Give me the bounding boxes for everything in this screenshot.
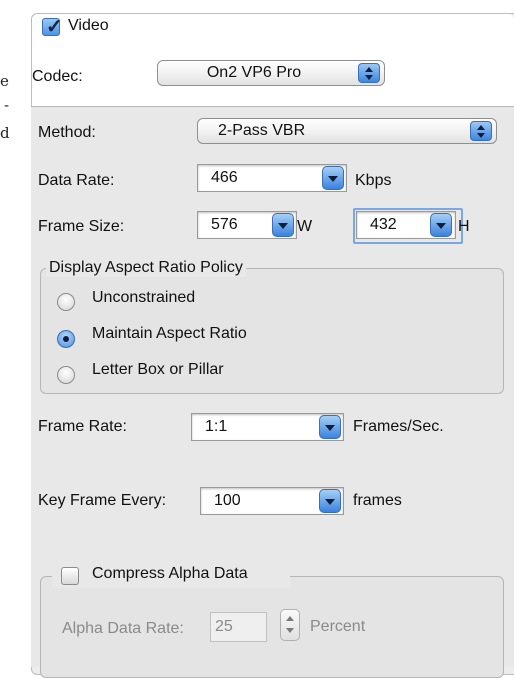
data-rate-label: Data Rate: [38,172,115,189]
method-popup[interactable]: 2-Pass VBR [197,118,497,144]
radio-maintain-aspect-ratio-label: Maintain Aspect Ratio [92,325,247,342]
alpha-rate-stepper[interactable] [280,609,300,641]
aspect-ratio-policy-title: Display Aspect Ratio Policy [46,259,246,277]
method-label: Method: [38,124,96,141]
frame-width-unit: W [297,218,313,235]
chevron-down-icon [325,425,335,431]
chevron-down-icon [328,176,338,182]
frame-rate-dropdown-button[interactable] [319,415,341,439]
method-popup-value: 2-Pass VBR [218,122,306,139]
frame-rate-unit: Frames/Sec. [353,418,444,435]
codec-popup-value: On2 VP6 Pro [206,64,302,81]
frame-height-unit: H [458,218,470,235]
checkmark-icon: ✓ [46,16,63,38]
chevron-up-icon [286,616,294,621]
alpha-rate-label: Alpha Data Rate: [62,620,184,637]
codec-popup[interactable]: On2 VP6 Pro [157,60,385,86]
chevron-down-icon [436,223,446,229]
clipped-text-line-2: - [4,96,10,114]
video-checkbox-label: Video [68,17,109,34]
radio-unconstrained-label: Unconstrained [92,289,196,306]
frame-rate-label: Frame Rate: [38,418,127,435]
codec-label: Codec: [32,68,83,85]
popup-stepper-icon [358,63,380,83]
radio-unconstrained[interactable] [57,293,75,311]
key-frame-dropdown-button[interactable] [319,489,341,513]
compress-alpha-checkbox[interactable] [61,567,79,585]
video-checkbox[interactable]: ✓ [42,16,63,38]
key-frame-label: Key Frame Every: [38,492,167,509]
alpha-rate-unit: Percent [310,618,366,635]
frame-size-label: Frame Size: [38,218,125,235]
key-frame-unit: frames [353,492,402,509]
radio-dot-icon [63,336,69,342]
chevron-down-icon [286,628,294,633]
radio-letter-box-label: Letter Box or Pillar [92,361,224,378]
popup-stepper-icon [470,121,492,141]
compress-alpha-label: Compress Alpha Data [92,565,248,582]
radio-maintain-aspect-ratio[interactable] [57,330,75,348]
data-rate-dropdown-button[interactable] [322,166,344,190]
radio-letter-box[interactable] [57,366,75,384]
chevron-down-icon [325,499,335,505]
clipped-text-line-1: e [0,72,9,90]
chevron-down-icon [278,223,288,229]
data-rate-unit: Kbps [355,172,392,189]
frame-width-dropdown-button[interactable] [272,213,294,237]
clipped-text-line-3: d [0,124,10,142]
frame-height-dropdown-button[interactable] [430,213,452,237]
alpha-rate-field[interactable]: 25 [210,612,267,642]
